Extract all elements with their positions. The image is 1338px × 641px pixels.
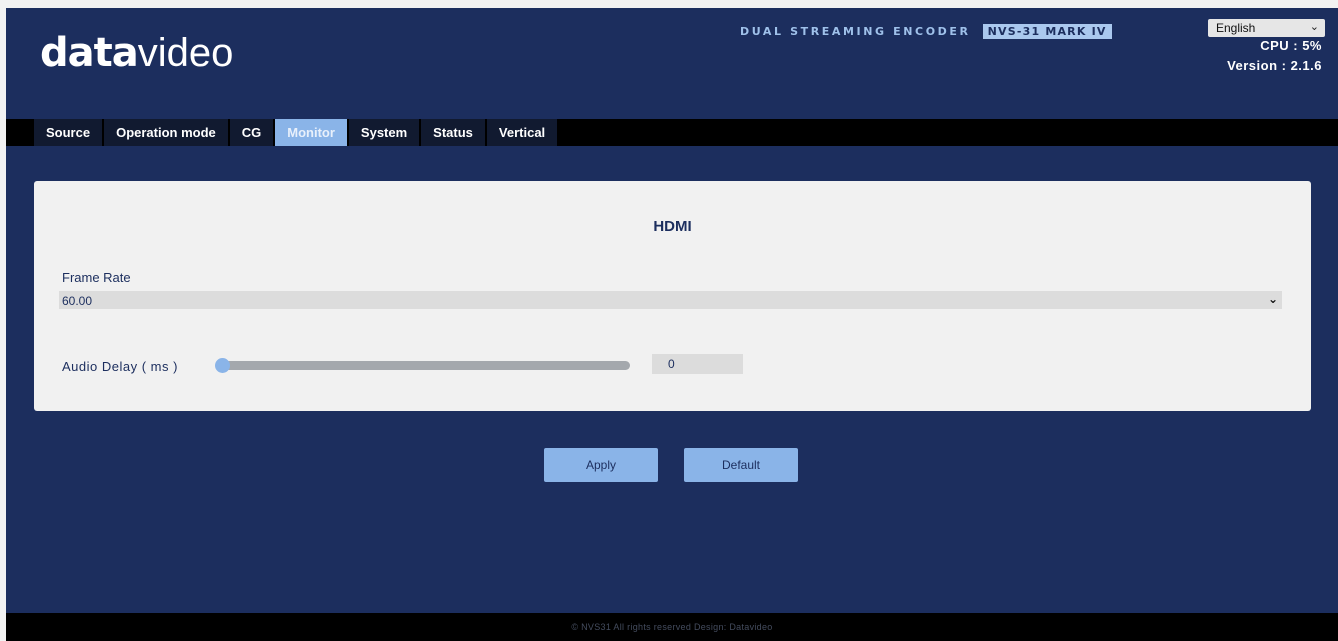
tab-cg[interactable]: CG [229, 119, 276, 146]
cpu-usage: CPU : 5% [1260, 38, 1322, 53]
frame-rate-label: Frame Rate [62, 270, 131, 285]
tab-source[interactable]: Source [34, 119, 105, 146]
product-model-badge: NVS-31 MARK IV [982, 24, 1112, 39]
datavideo-logo: datavideo [40, 30, 233, 76]
audio-delay-value-field[interactable]: 0 [652, 354, 743, 374]
window-top-border [0, 0, 1338, 8]
language-select-value: English [1216, 21, 1256, 35]
nav-tabs: Source Operation mode CG Monitor System Statu… [34, 119, 560, 146]
window-left-border [0, 0, 6, 641]
slider-thumb[interactable] [215, 358, 230, 373]
logo-thin-text: video [137, 31, 234, 75]
tab-system[interactable]: System [348, 119, 422, 146]
audio-delay-label: Audio Delay ( ms ) [62, 359, 178, 374]
audio-delay-slider[interactable] [215, 358, 630, 373]
tab-vertical[interactable]: Vertical [486, 119, 560, 146]
chevron-down-icon: ⌄ [1309, 21, 1319, 33]
frame-rate-value: 60.00 [62, 294, 93, 308]
tab-operation-mode[interactable]: Operation mode [104, 119, 230, 146]
tab-monitor[interactable]: Monitor [275, 119, 349, 146]
footer-copyright: © NVS31 All rights reserved Design: Data… [6, 613, 1338, 641]
product-name: DUAL STREAMING ENCODER [740, 25, 971, 38]
hdmi-settings-panel: HDMI Frame Rate 60.00 ⌄ Audio Delay ( ms… [34, 181, 1311, 411]
product-banner: DUAL STREAMING ENCODER NVS-31 MARK IV [740, 24, 1112, 39]
firmware-version: Version : 2.1.6 [1227, 58, 1322, 73]
chevron-down-icon: ⌄ [1267, 292, 1278, 306]
default-button[interactable]: Default [684, 448, 798, 482]
frame-rate-select[interactable]: 60.00 ⌄ [59, 291, 1282, 309]
logo-bold-text: data [40, 30, 139, 76]
panel-title: HDMI [653, 218, 692, 235]
language-select[interactable]: English ⌄ [1208, 19, 1325, 37]
apply-button[interactable]: Apply [544, 448, 658, 482]
tab-status[interactable]: Status [421, 119, 487, 146]
